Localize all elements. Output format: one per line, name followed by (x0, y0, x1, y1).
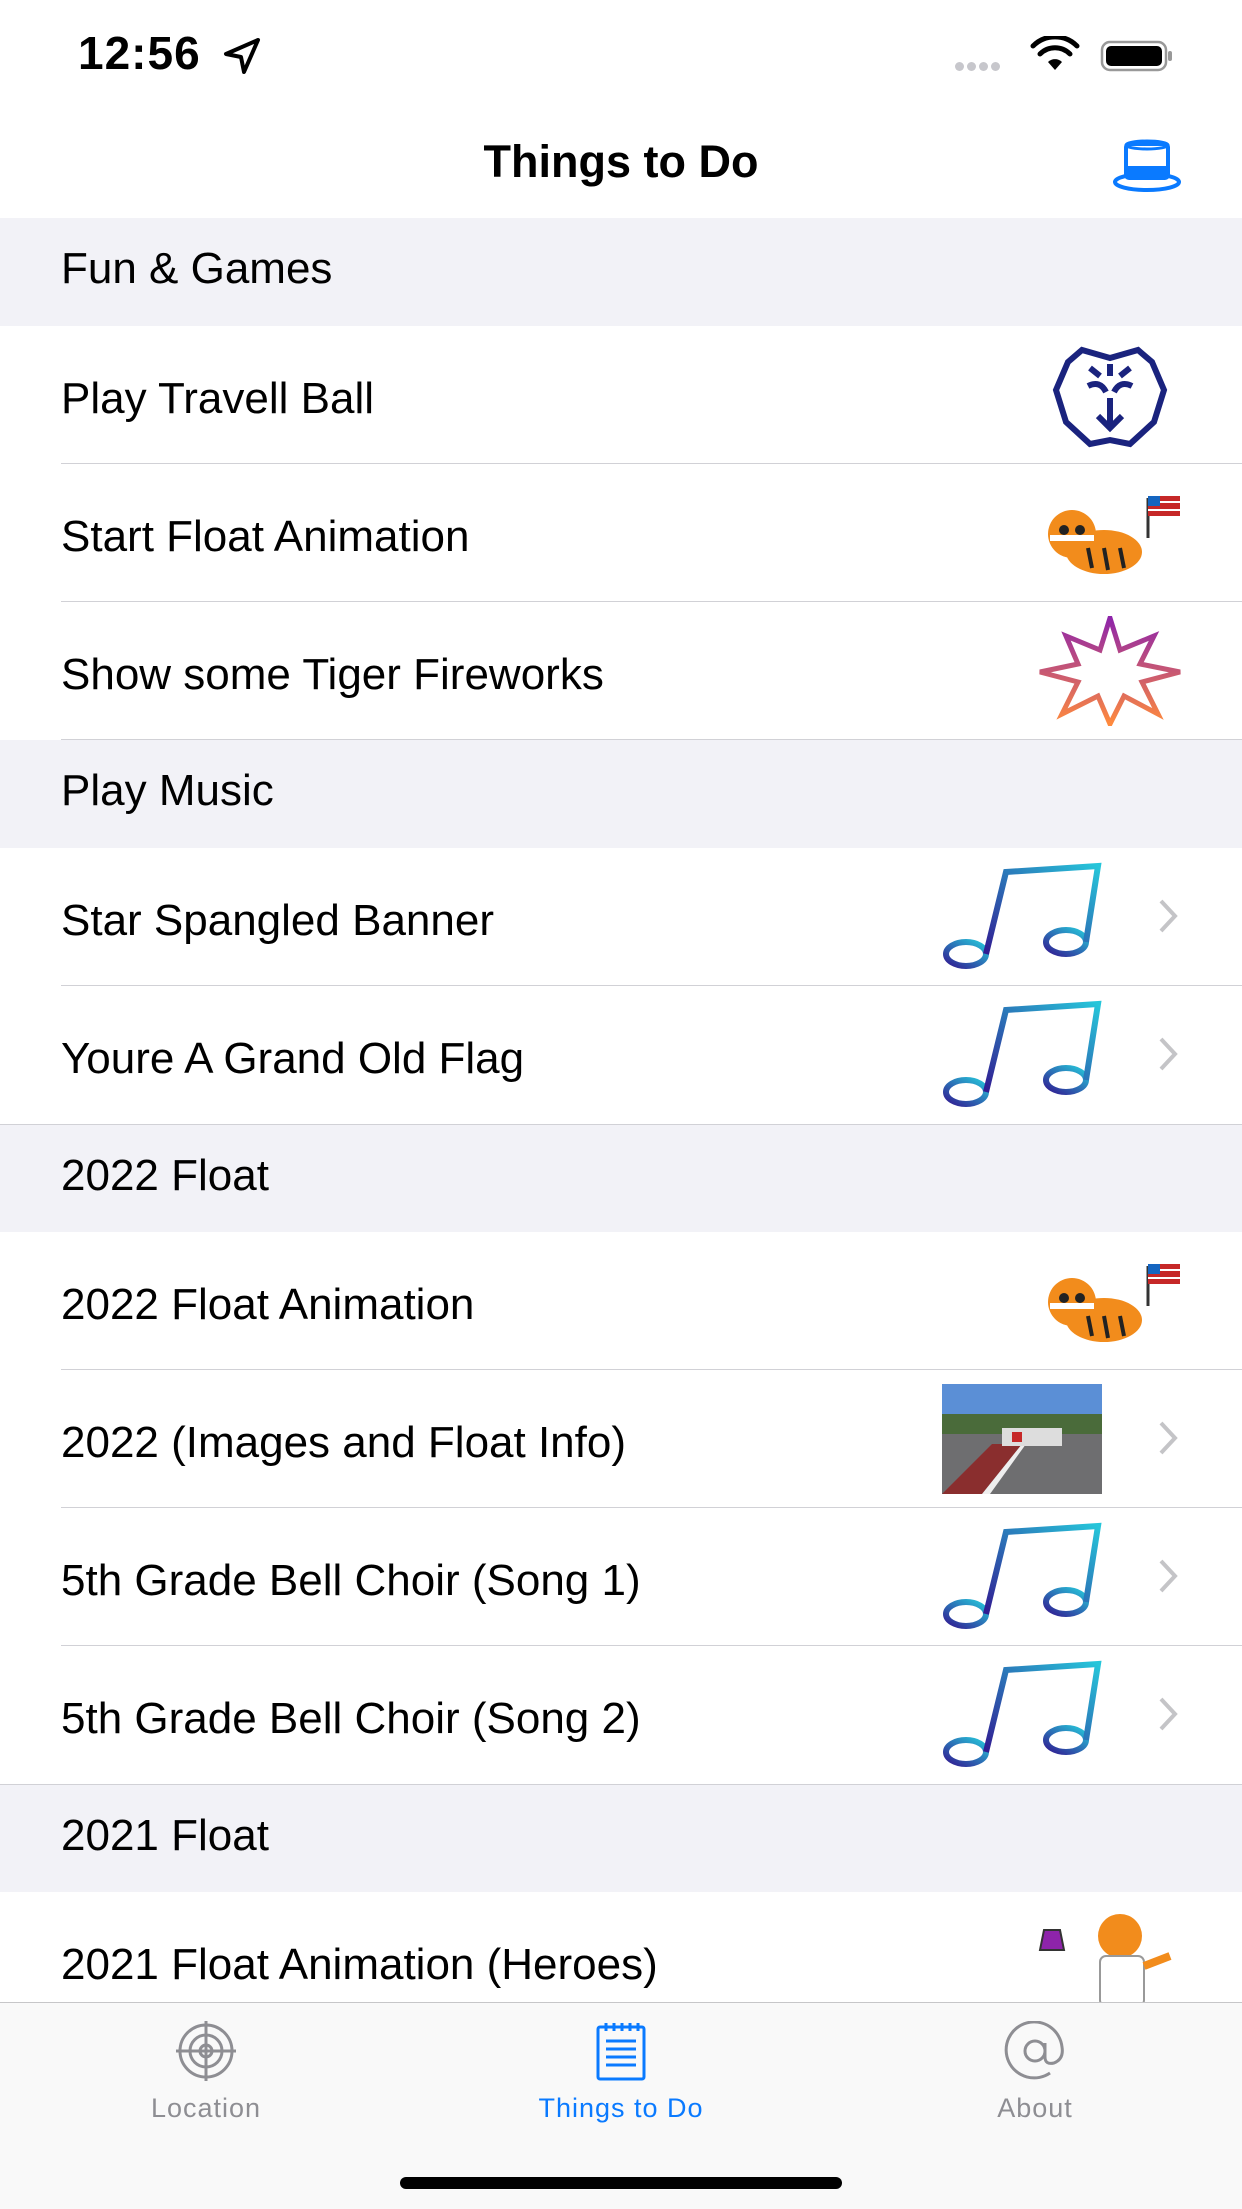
section-label: 2022 Float (61, 1151, 269, 1200)
location-arrow-icon (224, 38, 260, 74)
music-notes-icon (943, 862, 1102, 969)
starburst-icon (1039, 616, 1181, 726)
row-label: Play Travell Ball (61, 374, 375, 423)
things-list: Fun & Games Play Travell Ball Start Floa… (0, 218, 1242, 2002)
row-2022-images-float-info[interactable]: 2022 (Images and Float Info) (0, 1370, 1242, 1508)
status-bar: 12:56 (0, 0, 1242, 110)
row-bell-choir-song-1[interactable]: 5th Grade Bell Choir (Song 1) (0, 1508, 1242, 1646)
section-label: Play Music (61, 766, 274, 815)
row-start-float-animation[interactable]: Start Float Animation (0, 464, 1242, 602)
tab-label: Things to Do (538, 2093, 704, 2123)
tab-about[interactable]: About (885, 2021, 1185, 2124)
row-label: 2022 Float Animation (61, 1280, 475, 1329)
row-label: 5th Grade Bell Choir (Song 2) (61, 1694, 641, 1743)
row-tiger-fireworks[interactable]: Show some Tiger Fireworks (0, 602, 1242, 740)
chevron-right-icon (1159, 1421, 1178, 1455)
chevron-right-icon (1159, 1559, 1178, 1593)
section-label: Fun & Games (61, 244, 333, 293)
tab-location[interactable]: Location (56, 2021, 356, 2124)
home-indicator[interactable] (400, 2177, 842, 2189)
tiger-flag-icon (1048, 496, 1180, 574)
signal-dots (955, 58, 1003, 76)
row-2022-float-animation[interactable]: 2022 Float Animation (0, 1232, 1242, 1370)
row-star-spangled-banner[interactable]: Star Spangled Banner (0, 848, 1242, 986)
section-label: 2021 Float (61, 1811, 269, 1860)
target-icon (176, 2021, 236, 2081)
status-time: 12:56 (78, 27, 201, 79)
chevron-right-icon (1159, 1697, 1178, 1731)
battery-icon (1100, 40, 1172, 72)
tab-things-to-do[interactable]: Things to Do (471, 2021, 771, 2124)
music-notes-icon (943, 1660, 1102, 1767)
tab-label: Location (150, 2093, 262, 2123)
tiger-head-icon (1052, 346, 1168, 448)
top-hat-icon[interactable] (1112, 138, 1182, 194)
row-label: 5th Grade Bell Choir (Song 1) (61, 1556, 641, 1605)
at-sign-icon (1004, 2021, 1064, 2080)
section-header-2022-float: 2022 Float (0, 1124, 1242, 1234)
page-title: Things to Do (483, 136, 759, 187)
tab-label: About (997, 2093, 1073, 2123)
chevron-right-icon (1159, 1037, 1178, 1071)
row-2021-float-animation-heroes[interactable]: 2021 Float Animation (Heroes) (0, 1892, 1242, 2002)
row-label: Star Spangled Banner (61, 896, 494, 945)
row-label: Youre A Grand Old Flag (61, 1034, 525, 1083)
section-header-2021-float: 2021 Float (0, 1784, 1242, 1894)
row-play-travell-ball[interactable]: Play Travell Ball (0, 326, 1242, 464)
row-label: Start Float Animation (61, 512, 470, 561)
music-notes-icon (943, 1522, 1102, 1629)
section-header-fun-games: Fun & Games (0, 218, 1242, 327)
notepad-icon (596, 2023, 646, 2081)
row-bell-choir-song-2[interactable]: 5th Grade Bell Choir (Song 2) (0, 1646, 1242, 1784)
row-label: 2022 (Images and Float Info) (61, 1418, 626, 1467)
section-header-play-music: Play Music (0, 740, 1242, 849)
tiger-flag-icon (1048, 1264, 1180, 1342)
nav-bar: Things to Do (0, 110, 1242, 219)
tiger-scientist-icon (1038, 1914, 1172, 2002)
row-grand-old-flag[interactable]: Youre A Grand Old Flag (0, 986, 1242, 1124)
parade-photo (942, 1384, 1102, 1494)
chevron-right-icon (1159, 899, 1178, 933)
row-label: 2021 Float Animation (Heroes) (61, 1940, 658, 1989)
music-notes-icon (943, 1000, 1102, 1107)
wifi-icon (1030, 36, 1080, 70)
row-label: Show some Tiger Fireworks (61, 650, 604, 699)
